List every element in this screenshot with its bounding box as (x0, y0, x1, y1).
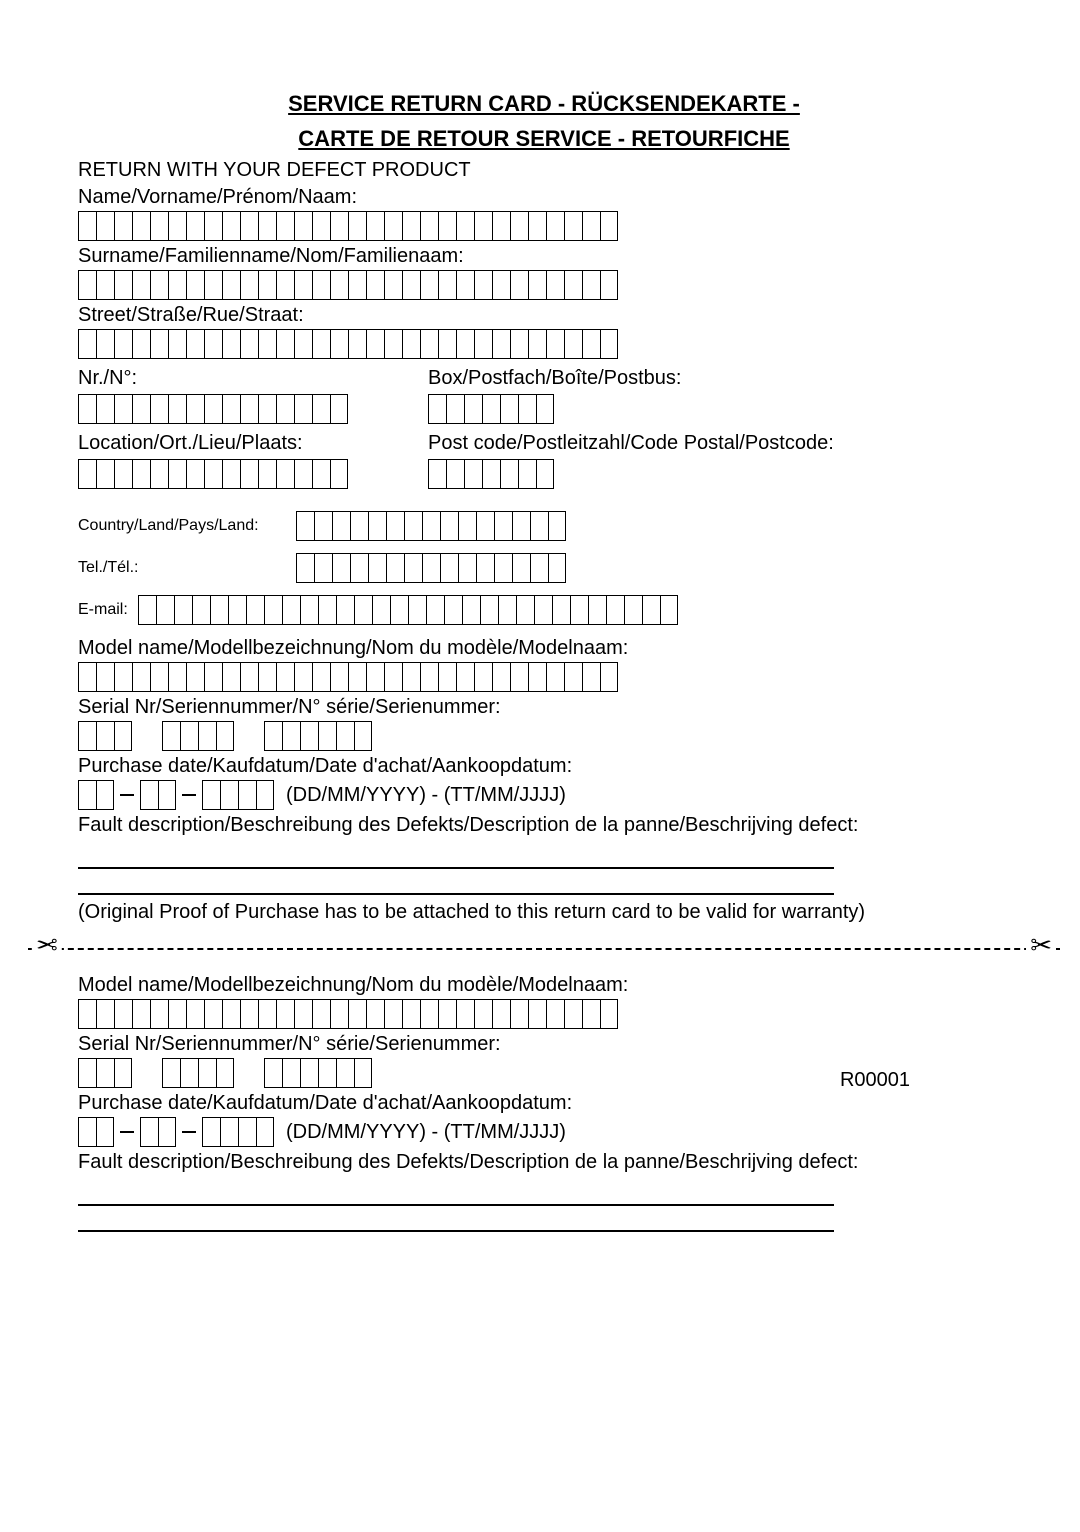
street-input[interactable] (78, 329, 1010, 359)
name-input[interactable] (78, 211, 1010, 241)
title-line-2: CARTE DE RETOUR SERVICE - RETOURFICHE (78, 125, 1010, 154)
serial-label-2: Serial Nr/Seriennummer/N° série/Serienum… (78, 1033, 1010, 1056)
fault-description-input-2[interactable] (78, 1180, 1010, 1232)
country-label: Country/Land/Pays/Land: (78, 517, 278, 535)
surname-input[interactable] (78, 270, 1010, 300)
model-input-2[interactable] (78, 999, 1010, 1029)
purchase-date-input-2[interactable]: (DD/MM/YYYY) - (TT/MM/JJJJ) (78, 1117, 1010, 1147)
email-input[interactable] (138, 595, 678, 625)
date-format-note-2: (DD/MM/YYYY) - (TT/MM/JJJJ) (286, 1121, 566, 1144)
return-instruction: RETURN WITH YOUR DEFECT PRODUCT (78, 159, 1010, 182)
street-label: Street/Straße/Rue/Straat: (78, 304, 1010, 327)
fault-description-input[interactable] (78, 843, 1010, 895)
document-code: R00001 (840, 1069, 910, 1092)
country-input[interactable] (296, 511, 566, 541)
serial-input[interactable] (78, 721, 1010, 751)
service-return-card: SERVICE RETURN CARD - RÜCKSENDEKARTE - C… (0, 0, 1080, 1292)
nr-input[interactable] (78, 394, 388, 424)
dash-icon (182, 1131, 196, 1133)
dash-icon (182, 794, 196, 796)
postcode-input[interactable] (428, 459, 554, 489)
nr-label: Nr./N°: (78, 367, 388, 390)
date-format-note: (DD/MM/YYYY) - (TT/MM/JJJJ) (286, 784, 566, 807)
dash-icon (120, 1131, 134, 1133)
location-input[interactable] (78, 459, 388, 489)
cut-line: ✂ ✂ (28, 934, 1060, 964)
fault-label: Fault description/Beschreibung des Defek… (78, 814, 1010, 837)
box-label: Box/Postfach/Boîte/Postbus: (428, 367, 681, 390)
dash-icon (120, 794, 134, 796)
proof-of-purchase-note: (Original Proof of Purchase has to be at… (78, 901, 1010, 924)
scissors-icon: ✂ (1026, 930, 1056, 961)
fault-label-2: Fault description/Beschreibung des Defek… (78, 1151, 1010, 1174)
surname-label: Surname/Familienname/Nom/Familienaam: (78, 245, 1010, 268)
model-label: Model name/Modellbezeichnung/Nom du modè… (78, 637, 1010, 660)
model-input[interactable] (78, 662, 1010, 692)
purchase-label-2: Purchase date/Kaufdatum/Date d'achat/Aan… (78, 1092, 1010, 1115)
name-label: Name/Vorname/Prénom/Naam: (78, 186, 1010, 209)
title-line-1: SERVICE RETURN CARD - RÜCKSENDEKARTE - (78, 90, 1010, 119)
model-label-2: Model name/Modellbezeichnung/Nom du modè… (78, 974, 1010, 997)
postcode-label: Post code/Postleitzahl/Code Postal/Postc… (428, 432, 834, 455)
box-input[interactable] (428, 394, 554, 424)
email-label: E-mail: (78, 601, 128, 619)
serial-label: Serial Nr/Seriennummer/N° série/Serienum… (78, 696, 1010, 719)
scissors-icon: ✂ (32, 930, 62, 961)
tel-input[interactable] (296, 553, 566, 583)
tel-label: Tel./Tél.: (78, 559, 278, 577)
purchase-label: Purchase date/Kaufdatum/Date d'achat/Aan… (78, 755, 1010, 778)
location-label: Location/Ort./Lieu/Plaats: (78, 432, 388, 455)
purchase-date-input[interactable]: (DD/MM/YYYY) - (TT/MM/JJJJ) (78, 780, 1010, 810)
